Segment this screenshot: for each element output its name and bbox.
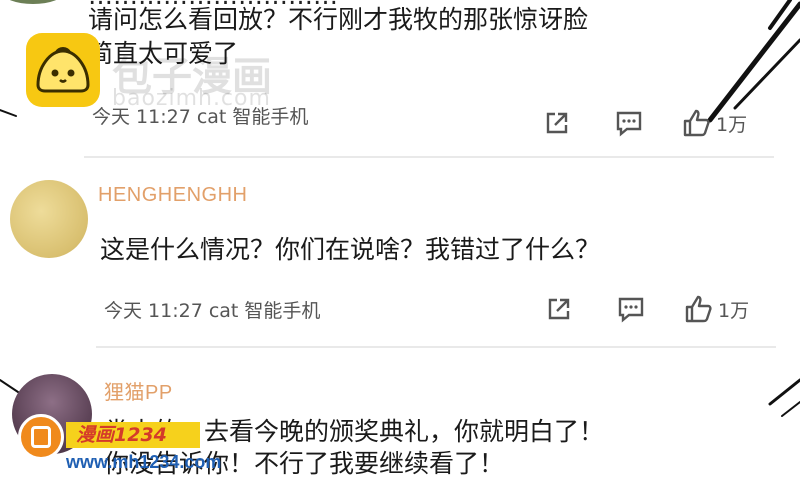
mh1234-url: www.mh1234.com	[66, 452, 222, 472]
comment-button[interactable]	[614, 295, 648, 323]
thumbs-up-icon	[683, 109, 710, 137]
comment-text-line-1: 这是什么情况？你们在说啥？我错过了什么？	[100, 235, 601, 264]
share-button[interactable]	[542, 295, 576, 323]
divider	[84, 156, 774, 158]
avatar[interactable]	[2, 0, 64, 4]
share-icon	[548, 298, 570, 320]
like-count: 1万	[716, 113, 748, 136]
divider	[96, 346, 776, 348]
comment-item-2: HENGHENGHH 这是什么情况？你们在说啥？我错过了什么？ 今天 11:27…	[0, 160, 800, 360]
comment-button[interactable]	[612, 109, 646, 137]
comment-icon	[616, 111, 642, 137]
avatar[interactable]	[10, 180, 88, 258]
comment-username[interactable]: 狸猫PP	[104, 376, 173, 405]
comment-username[interactable]: HENGHENGHH	[98, 184, 247, 207]
mh1234-title: 漫画1234	[66, 422, 200, 448]
comment-meta: 今天 11:27 cat 智能手机	[104, 300, 321, 322]
share-button[interactable]	[540, 109, 574, 137]
like-count: 1万	[718, 299, 750, 322]
comment-actions: 1万	[542, 294, 749, 324]
thumbs-up-icon	[685, 295, 712, 323]
comment-actions: 1万	[540, 108, 747, 138]
baozi-logo	[26, 33, 100, 107]
comment-text-line-1: 请问怎么看回放？不行刚才我牧的那张惊讶脸	[88, 5, 589, 34]
share-icon	[546, 112, 568, 134]
comment-icon	[618, 297, 644, 323]
like-button[interactable]: 1万	[684, 294, 749, 324]
mh1234-logo-icon	[18, 414, 64, 460]
like-button[interactable]: 1万	[682, 108, 747, 138]
watermark-url: baozimh.com	[112, 86, 271, 111]
